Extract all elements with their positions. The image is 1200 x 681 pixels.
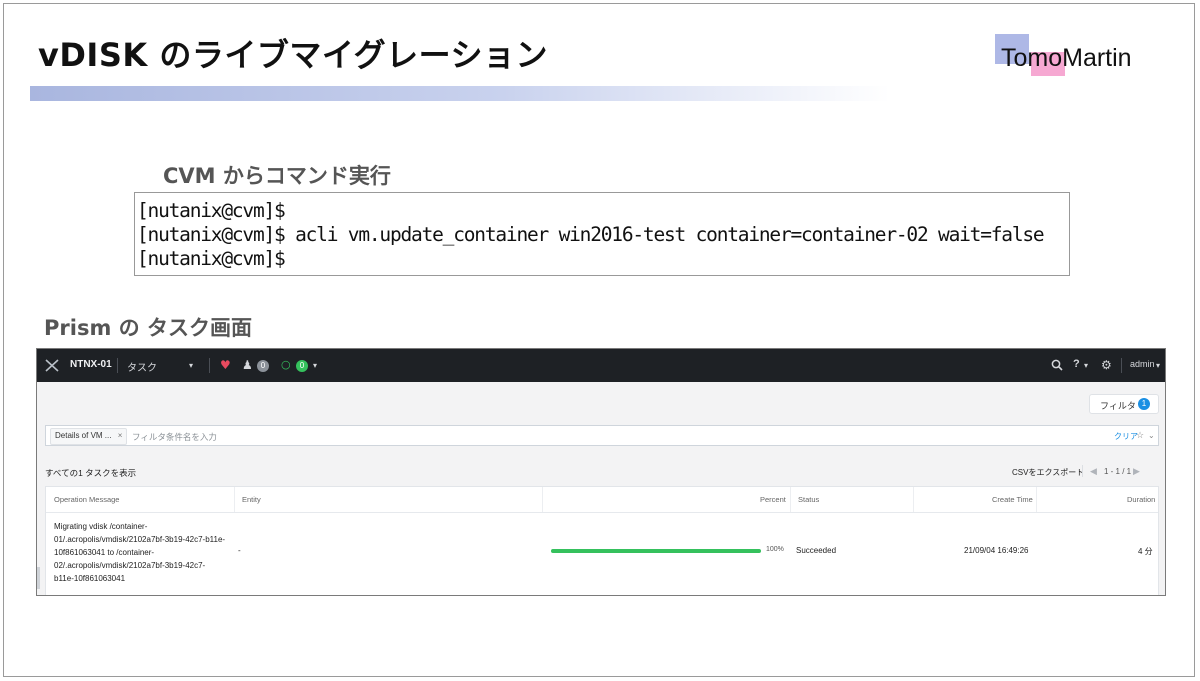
alerts-bell-icon[interactable]: ♟: [242, 357, 253, 373]
percent-label: 100%: [766, 546, 784, 553]
chevron-down-icon[interactable]: ▾: [1084, 358, 1088, 374]
filter-count-badge: 1: [1138, 398, 1150, 410]
create-time-cell: 21/09/04 16:49:26: [964, 546, 1029, 555]
user-menu[interactable]: admin: [1130, 359, 1155, 369]
gear-icon[interactable]: ⚙: [1101, 357, 1112, 373]
filter-chip[interactable]: Details of VM ... ×: [50, 428, 128, 445]
column-header[interactable]: Status: [798, 487, 819, 512]
slide-title: vDISK のライブマイグレーション: [38, 36, 549, 74]
health-heart-icon[interactable]: ♥: [220, 357, 231, 373]
nutanix-logo-icon[interactable]: [45, 359, 59, 372]
progress-bar: [551, 549, 761, 553]
divider: [1082, 465, 1083, 477]
filter-chip-label: Details of VM ...: [55, 431, 112, 440]
task-table: Operation Message Entity Percent Status …: [45, 486, 1159, 595]
status-cell: Succeeded: [796, 546, 837, 555]
logo-text: TomoMartin: [1001, 44, 1132, 72]
help-icon[interactable]: ?: [1073, 358, 1080, 370]
tasks-count-badge[interactable]: 0: [296, 360, 308, 372]
column-divider: [234, 487, 235, 512]
duration-cell: 4 分: [1138, 547, 1153, 556]
divider: [1121, 358, 1122, 373]
column-header[interactable]: Entity: [242, 487, 261, 512]
terminal-line: [nutanix@cvm]$: [137, 247, 286, 270]
star-icon[interactable]: ☆: [1136, 430, 1144, 441]
scrollbar[interactable]: [37, 567, 40, 589]
close-icon[interactable]: ×: [118, 431, 123, 440]
operation-message: Migrating vdisk /container- 01/.acropoli…: [54, 522, 226, 583]
column-header[interactable]: Percent: [760, 487, 786, 512]
chevron-down-icon[interactable]: ▾: [1156, 358, 1160, 374]
prism-screenshot: NTNX-01 タスク ▾ ♥ ♟ 0 ○ 0 ▾ ? ▾ ⚙ admin ▾ …: [36, 348, 1166, 596]
entity-cell: -: [238, 546, 241, 555]
filter-bar[interactable]: Details of VM ... × フィルタ条件名を入力 クリア ☆ ⌄: [45, 425, 1159, 446]
chevron-down-icon[interactable]: ▾: [189, 358, 193, 374]
terminal-line: [nutanix@cvm]$: [137, 199, 286, 222]
column-header[interactable]: Create Time: [992, 487, 1033, 512]
column-divider: [913, 487, 914, 512]
filter-input[interactable]: フィルタ条件名を入力: [132, 431, 217, 443]
prev-page-icon[interactable]: ◀: [1090, 466, 1097, 477]
divider: [209, 358, 210, 373]
prism-topbar: NTNX-01 タスク ▾ ♥ ♟ 0 ○ 0 ▾ ? ▾ ⚙ admin ▾: [37, 349, 1165, 382]
cluster-name[interactable]: NTNX-01: [70, 359, 112, 370]
task-count-summary: すべての1 タスクを表示: [45, 468, 137, 478]
nav-menu-label[interactable]: タスク: [127, 359, 157, 374]
alerts-count-badge[interactable]: 0: [257, 360, 269, 372]
progress-bar-fill: [551, 549, 761, 553]
column-divider: [790, 487, 791, 512]
terminal-line: [nutanix@cvm]$ acli vm.update_container …: [137, 223, 1045, 246]
pagination-label: 1 - 1 / 1: [1104, 467, 1132, 476]
divider: [117, 358, 118, 373]
export-csv-link[interactable]: CSVをエクスポート: [1012, 467, 1084, 478]
logo: TomoMartin: [995, 34, 1155, 82]
column-header[interactable]: Operation Message: [54, 487, 119, 512]
section-heading-cvm: CVM からコマンド実行: [163, 164, 391, 188]
title-underline-bar: [30, 86, 890, 101]
search-icon[interactable]: [1051, 359, 1063, 371]
column-divider: [1036, 487, 1037, 512]
column-header[interactable]: Duration: [1127, 487, 1155, 512]
filter-button-label: フィルタ: [1100, 401, 1136, 411]
clear-filter-link[interactable]: クリア: [1114, 431, 1138, 442]
section-heading-prism: Prism の タスク画面: [44, 316, 252, 340]
chevron-down-icon[interactable]: ▾: [313, 358, 317, 374]
column-divider: [542, 487, 543, 512]
terminal-box: [nutanix@cvm]$ [nutanix@cvm]$ acli vm.up…: [134, 192, 1070, 276]
next-page-icon[interactable]: ▶: [1133, 466, 1140, 477]
header-divider: [46, 512, 1158, 513]
tasks-circle-icon[interactable]: ○: [281, 357, 291, 373]
filter-button[interactable]: フィルタ 1: [1089, 394, 1159, 414]
chevron-down-icon[interactable]: ⌄: [1148, 431, 1155, 440]
